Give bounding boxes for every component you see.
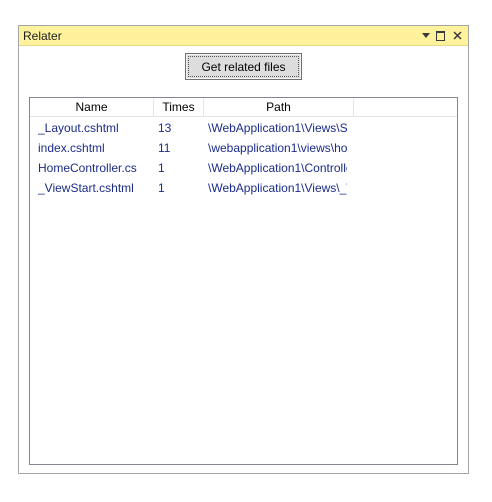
cell-path: \webapplication1\views\home\index.cshtml [208,141,347,155]
title-bar[interactable]: Relater [19,26,468,46]
cell-name: HomeController.cs [38,161,137,175]
close-icon [452,31,462,40]
column-header-path[interactable]: Path [204,98,354,116]
list-item[interactable]: HomeController.cs 1 \WebApplication1\Con… [30,158,457,178]
list-header: Name Times Path [30,98,457,117]
list-item[interactable]: _Layout.cshtml 13 \WebApplication1\Views… [30,118,457,138]
window-menu-button[interactable] [419,28,433,43]
cell-times: 1 [158,181,165,195]
cell-path: \WebApplication1\Views\Shared\_Layout.cs… [208,121,347,135]
get-related-files-button[interactable]: Get related files [185,53,302,80]
column-header-filler [354,98,457,116]
close-button[interactable] [450,28,464,43]
cell-name: _Layout.cshtml [38,121,119,135]
cell-times: 1 [158,161,165,175]
page: Relater Get related files Name Times Pat… [0,0,492,502]
chevron-down-icon [422,33,430,38]
maximize-icon [435,30,445,41]
cell-path: \WebApplication1\Views\_ViewStart.cshtml [208,181,347,195]
window-title: Relater [23,29,62,43]
list-item[interactable]: index.cshtml 11 \webapplication1\views\h… [30,138,457,158]
related-files-list[interactable]: Name Times Path _Layout.cshtml 13 \WebAp… [29,97,458,465]
relater-tool-window: Relater Get related files Name Times Pat… [18,25,469,474]
list-item[interactable]: _ViewStart.cshtml 1 \WebApplication1\Vie… [30,178,457,198]
cell-times: 13 [158,121,172,135]
cell-path: \WebApplication1\Controllers\HomeControl… [208,161,347,175]
column-header-times[interactable]: Times [154,98,204,116]
tool-window-content: Get related files Name Times Path _Layou… [19,46,468,473]
column-header-name[interactable]: Name [30,98,154,116]
maximize-button[interactable] [433,28,447,43]
cell-name: index.cshtml [38,141,105,155]
cell-times: 11 [158,141,171,155]
cell-name: _ViewStart.cshtml [38,181,134,195]
list-body: _Layout.cshtml 13 \WebApplication1\Views… [30,118,457,464]
